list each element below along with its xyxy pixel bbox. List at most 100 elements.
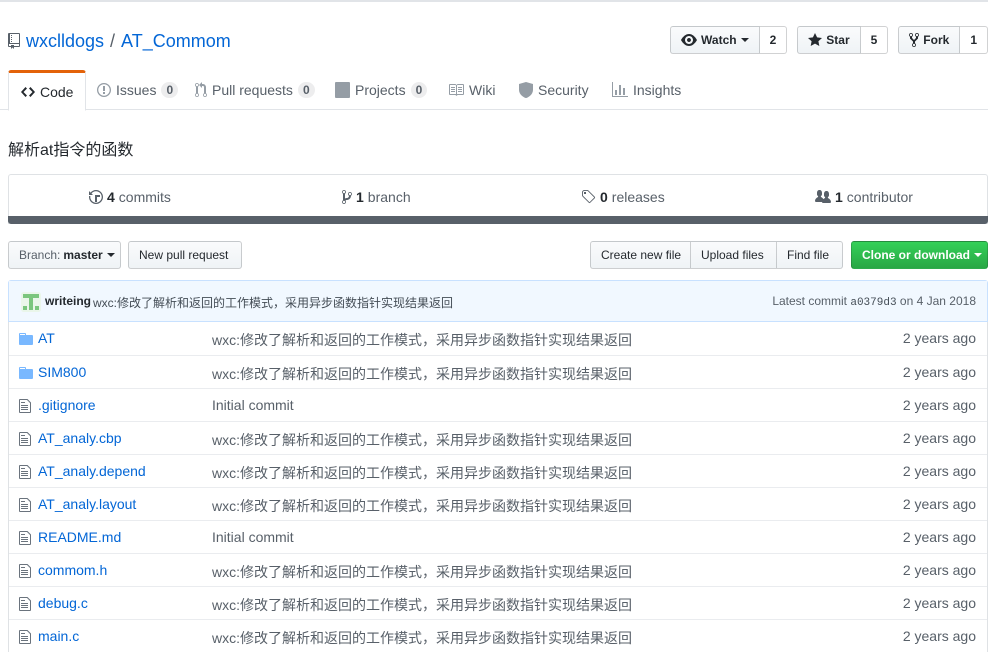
tag-icon (582, 190, 596, 204)
tab-pull-requests[interactable]: Pull requests 0 (183, 70, 327, 110)
people-icon (815, 190, 831, 203)
tab-projects[interactable]: Projects 0 (323, 70, 439, 110)
file-age: 2 years ago (902, 595, 976, 611)
file-age: 2 years ago (902, 463, 976, 479)
file-name-link[interactable]: AT (38, 330, 55, 346)
branch-select-button[interactable]: Branch: master (8, 241, 121, 269)
repo-header: wxclldogs / AT_Commom Watch 2 Star 5 For… (0, 22, 988, 60)
upload-files-button[interactable]: Upload files (691, 241, 777, 269)
commit-sha[interactable]: a0379d3 (850, 297, 896, 309)
fork-group: Fork 1 (898, 26, 988, 54)
tab-code[interactable]: Code (8, 70, 87, 111)
repo-name-link[interactable]: AT_Commom (121, 30, 231, 52)
find-file-button[interactable]: Find file (777, 241, 843, 269)
tab-insights[interactable]: Insights (600, 70, 693, 110)
new-pull-request-label: New pull request (139, 248, 229, 262)
repo-owner-link[interactable]: wxclldogs (26, 30, 104, 52)
history-icon (89, 190, 103, 204)
commit-message[interactable]: wxc:修改了解析和返回的工作模式，采用异步函数指针实现结果返回 (93, 294, 453, 311)
contributor-count: 1 (835, 189, 843, 205)
chevron-down-icon (740, 38, 749, 42)
contributors-link[interactable]: 1 contributor (815, 189, 913, 205)
file-name-link[interactable]: debug.c (38, 595, 88, 611)
table-row: AT wxc:修改了解析和返回的工作模式，采用异步函数指针实现结果返回 2 year… (9, 322, 987, 355)
file-name-link[interactable]: SIM800 (38, 364, 86, 380)
repo-actions: Watch 2 Star 5 Fork 1 (660, 26, 988, 54)
fork-button[interactable]: Fork (898, 26, 961, 54)
watch-count[interactable]: 2 (759, 26, 788, 54)
table-row: SIM800 wxc:修改了解析和返回的工作模式，采用异步函数指针实现结果返回 2 … (9, 355, 987, 388)
table-row: AT_analy.depend wxc:修改了解析和返回的工作模式，采用异步函数指… (9, 454, 987, 487)
commits-link[interactable]: 4 commits (89, 189, 171, 205)
file-icon (19, 398, 31, 417)
branches-link[interactable]: 1 branch (342, 189, 411, 205)
file-age: 2 years ago (902, 430, 976, 446)
star-button[interactable]: Star (797, 26, 861, 54)
branch-select-label: Branch: (19, 248, 61, 262)
create-new-file-button[interactable]: Create new file (590, 241, 691, 269)
file-commit-message[interactable]: wxc:修改了解析和返回的工作模式，采用异步函数指针实现结果返回 (212, 595, 632, 615)
file-icon (19, 596, 31, 615)
file-commit-message[interactable]: wxc:修改了解析和返回的工作模式，采用异步函数指针实现结果返回 (212, 628, 632, 648)
file-icon (19, 464, 31, 483)
folder-icon (19, 331, 33, 350)
chevron-down-icon (106, 253, 115, 257)
releases-link[interactable]: 0 releases (581, 189, 665, 205)
table-row: .gitignore Initial commit 2 years ago (9, 388, 987, 421)
commit-author[interactable]: writeing (45, 294, 91, 308)
file-listing: writeing wxc:修改了解析和返回的工作模式，采用异步函数指针实现结果返… (8, 280, 988, 652)
star-count[interactable]: 5 (860, 26, 889, 54)
file-name-link[interactable]: main.c (38, 628, 79, 644)
releases-label: releases (611, 189, 665, 205)
tab-security[interactable]: Security (507, 70, 601, 110)
clone-or-download-button[interactable]: Clone or download (851, 241, 988, 269)
file-commit-message[interactable]: wxc:修改了解析和返回的工作模式，采用异步函数指针实现结果返回 (212, 562, 632, 582)
file-commit-message[interactable]: Initial commit (212, 529, 294, 545)
star-icon (808, 33, 823, 46)
file-commit-message[interactable]: wxc:修改了解析和返回的工作模式，采用异步函数指针实现结果返回 (212, 364, 632, 384)
repo-title: wxclldogs / AT_Commom (8, 30, 231, 52)
code-icon (21, 86, 35, 97)
tab-insights-label: Insights (633, 82, 682, 98)
upload-files-label: Upload files (701, 248, 764, 262)
fork-count[interactable]: 1 (960, 26, 988, 54)
file-commit-message[interactable]: Initial commit (212, 397, 294, 413)
tab-issues[interactable]: Issues 0 (85, 70, 190, 110)
file-commit-message[interactable]: wxc:修改了解析和返回的工作模式，采用异步函数指针实现结果返回 (212, 330, 632, 350)
commit-date: on 4 Jan 2018 (899, 294, 976, 308)
file-age: 2 years ago (902, 628, 976, 644)
file-commit-message[interactable]: wxc:修改了解析和返回的工作模式，采用异步函数指针实现结果返回 (212, 463, 632, 483)
tab-wiki[interactable]: Wiki (436, 70, 507, 110)
issues-counter: 0 (161, 82, 179, 98)
find-file-label: Find file (787, 248, 830, 262)
file-name-link[interactable]: AT_analy.cbp (38, 430, 122, 446)
avatar[interactable] (21, 292, 41, 312)
pulls-counter: 0 (297, 82, 315, 98)
file-name-link[interactable]: AT_analy.layout (38, 496, 136, 512)
file-name-link[interactable]: commom.h (38, 562, 107, 578)
commits-count: 4 (107, 189, 115, 205)
table-row: main.c wxc:修改了解析和返回的工作模式，采用异步函数指针实现结果返回 2 … (9, 619, 987, 652)
tab-security-label: Security (538, 82, 589, 98)
repo-description: 解析at指令的函数 (8, 142, 134, 159)
file-icon (19, 497, 31, 516)
watch-button[interactable]: Watch (670, 26, 760, 54)
file-navigation: Branch: master New pull request Create n… (8, 241, 988, 269)
table-row: AT_analy.cbp wxc:修改了解析和返回的工作模式，采用异步函数指针实现… (9, 421, 987, 454)
file-age: 2 years ago (902, 364, 976, 380)
new-pull-request-button[interactable]: New pull request (128, 241, 242, 269)
identicon-icon (21, 292, 41, 312)
file-commit-message[interactable]: wxc:修改了解析和返回的工作模式，采用异步函数指针实现结果返回 (212, 496, 632, 516)
star-group: Star 5 (797, 26, 889, 54)
file-name-link[interactable]: AT_analy.depend (38, 463, 146, 479)
top-border (0, 0, 988, 2)
language-bar (8, 216, 988, 224)
latest-commit-bar: writeing wxc:修改了解析和返回的工作模式，采用异步函数指针实现结果返… (9, 281, 987, 322)
file-name-link[interactable]: .gitignore (38, 397, 96, 413)
file-commit-message[interactable]: wxc:修改了解析和返回的工作模式，采用异步函数指针实现结果返回 (212, 430, 632, 450)
file-name-link[interactable]: README.md (38, 529, 121, 545)
commit-meta-prefix: Latest commit (772, 294, 848, 308)
file-age: 2 years ago (902, 496, 976, 512)
clone-or-download-label: Clone or download (862, 248, 970, 262)
create-new-file-label: Create new file (601, 248, 682, 262)
